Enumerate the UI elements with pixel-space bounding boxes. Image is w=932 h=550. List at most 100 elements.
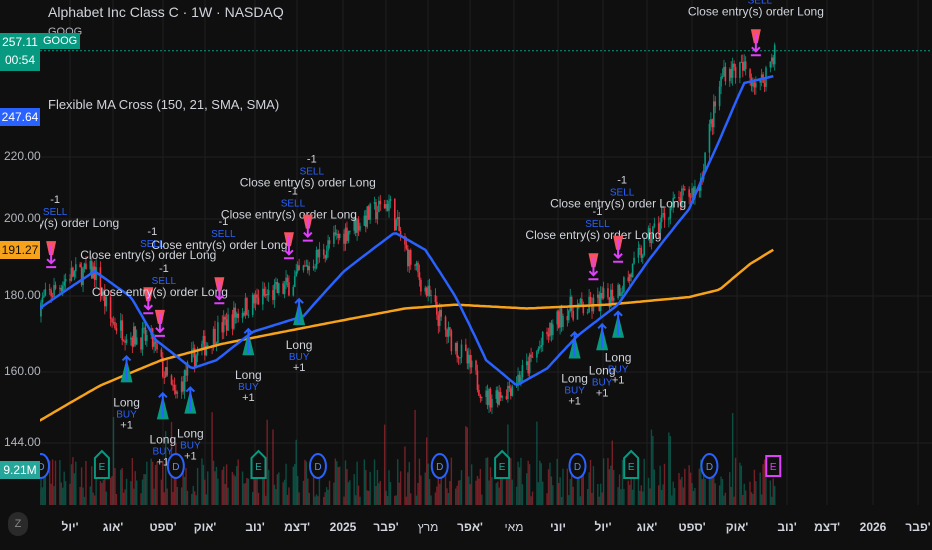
candle-body [324, 255, 326, 259]
volume-bar [469, 484, 471, 505]
buy-label: Long [113, 395, 140, 409]
buy-label: Long [286, 338, 313, 352]
timezone-button[interactable]: Z [8, 512, 28, 536]
candle-body [527, 361, 529, 374]
candle-body [398, 217, 400, 231]
volume-bar [265, 495, 267, 505]
candle-body [579, 298, 582, 304]
volume-bar [701, 479, 703, 505]
candle-body [539, 347, 541, 349]
volume-bar [130, 481, 132, 505]
volume-bar [160, 479, 163, 505]
candle-body [365, 215, 367, 227]
volume-bar [439, 483, 441, 505]
volume-bar [180, 487, 183, 505]
candle-body [612, 297, 615, 301]
volume-bar [491, 477, 493, 505]
volume-bar [689, 472, 692, 505]
candle-body [415, 262, 418, 266]
price-chart[interactable]: -1SELLClose entry(s) order Long-1SELLClo… [0, 0, 932, 550]
volume-bar [202, 464, 205, 505]
volume-bar [723, 495, 725, 505]
candle-body [744, 61, 747, 70]
volume-bar [546, 493, 548, 505]
candle-body [263, 288, 266, 296]
fast-ma-badge: 247.64 [0, 108, 40, 126]
volume-bar [324, 492, 326, 505]
candle-body [308, 266, 311, 271]
volume-bar [50, 483, 52, 505]
candle-body [496, 390, 499, 405]
volume-bar [51, 459, 54, 505]
candle-body [552, 324, 554, 336]
candle-body [293, 276, 296, 287]
candle-body [346, 227, 348, 241]
candle-body [498, 391, 500, 405]
candle-body [153, 341, 155, 347]
candle-body [602, 288, 605, 299]
volume-bar [430, 495, 432, 505]
candle-body [70, 267, 73, 281]
volume-bar [298, 492, 300, 505]
candle-body [176, 392, 179, 394]
candle-body [521, 365, 524, 378]
candle-body [262, 288, 264, 305]
candle-body [518, 374, 521, 382]
volume-bar [247, 478, 250, 505]
buy-label: Long [235, 368, 262, 382]
volume-bar [407, 472, 409, 505]
volume-bar [588, 472, 590, 505]
volume-bar [215, 466, 218, 505]
candle-body [61, 285, 64, 292]
candle-body [639, 247, 641, 249]
earnings-letter: E [770, 462, 777, 473]
x-tick: יול' [61, 520, 79, 534]
volume-bar [498, 487, 500, 505]
volume-bar [729, 472, 731, 505]
candle-body [125, 339, 128, 343]
candle-body [212, 328, 215, 348]
candle-body [394, 198, 396, 231]
candle-body [556, 311, 558, 325]
candle-body [598, 294, 601, 312]
candle-body [48, 289, 51, 291]
volume-bar [446, 488, 448, 505]
volume-bar [278, 472, 280, 505]
volume-bar [150, 458, 152, 505]
candle-body [221, 322, 224, 333]
candle-body [369, 203, 371, 220]
x-tick: ספט' [149, 520, 177, 534]
volume-bar [660, 489, 663, 505]
indicator-legend[interactable]: Flexible MA Cross (150, 21, SMA, SMA) [48, 97, 279, 112]
candle-body [449, 327, 451, 331]
candle-body [253, 294, 255, 304]
volume-bar [183, 476, 186, 505]
volume-badge: 9.21M [0, 461, 40, 479]
volume-bar [540, 463, 542, 505]
volume-bar [366, 490, 368, 505]
candle-body [134, 326, 137, 345]
volume-bar [241, 471, 244, 505]
candle-body [173, 384, 176, 391]
volume-bar [426, 437, 428, 505]
volume-bar [317, 496, 319, 505]
volume-bar [678, 473, 680, 505]
sell-label: Close entry(s) order Long [688, 4, 824, 18]
candle-body [465, 344, 467, 352]
candle-body [343, 233, 345, 244]
candle-body [312, 266, 315, 268]
volume-bar [347, 482, 350, 505]
volume-bar [750, 492, 753, 505]
candle-body [730, 69, 732, 78]
candle-body [755, 82, 757, 88]
volume-bar [252, 492, 254, 505]
candle-body [264, 294, 267, 296]
volume-bar [295, 439, 297, 505]
symbol-tag: GOOG [40, 33, 81, 49]
volume-bar [447, 493, 450, 505]
volume-bar [434, 492, 437, 505]
candle-body [517, 374, 519, 385]
candle-body [668, 218, 670, 220]
x-tick: דצמ' [284, 520, 310, 534]
volume-bar [457, 480, 460, 505]
